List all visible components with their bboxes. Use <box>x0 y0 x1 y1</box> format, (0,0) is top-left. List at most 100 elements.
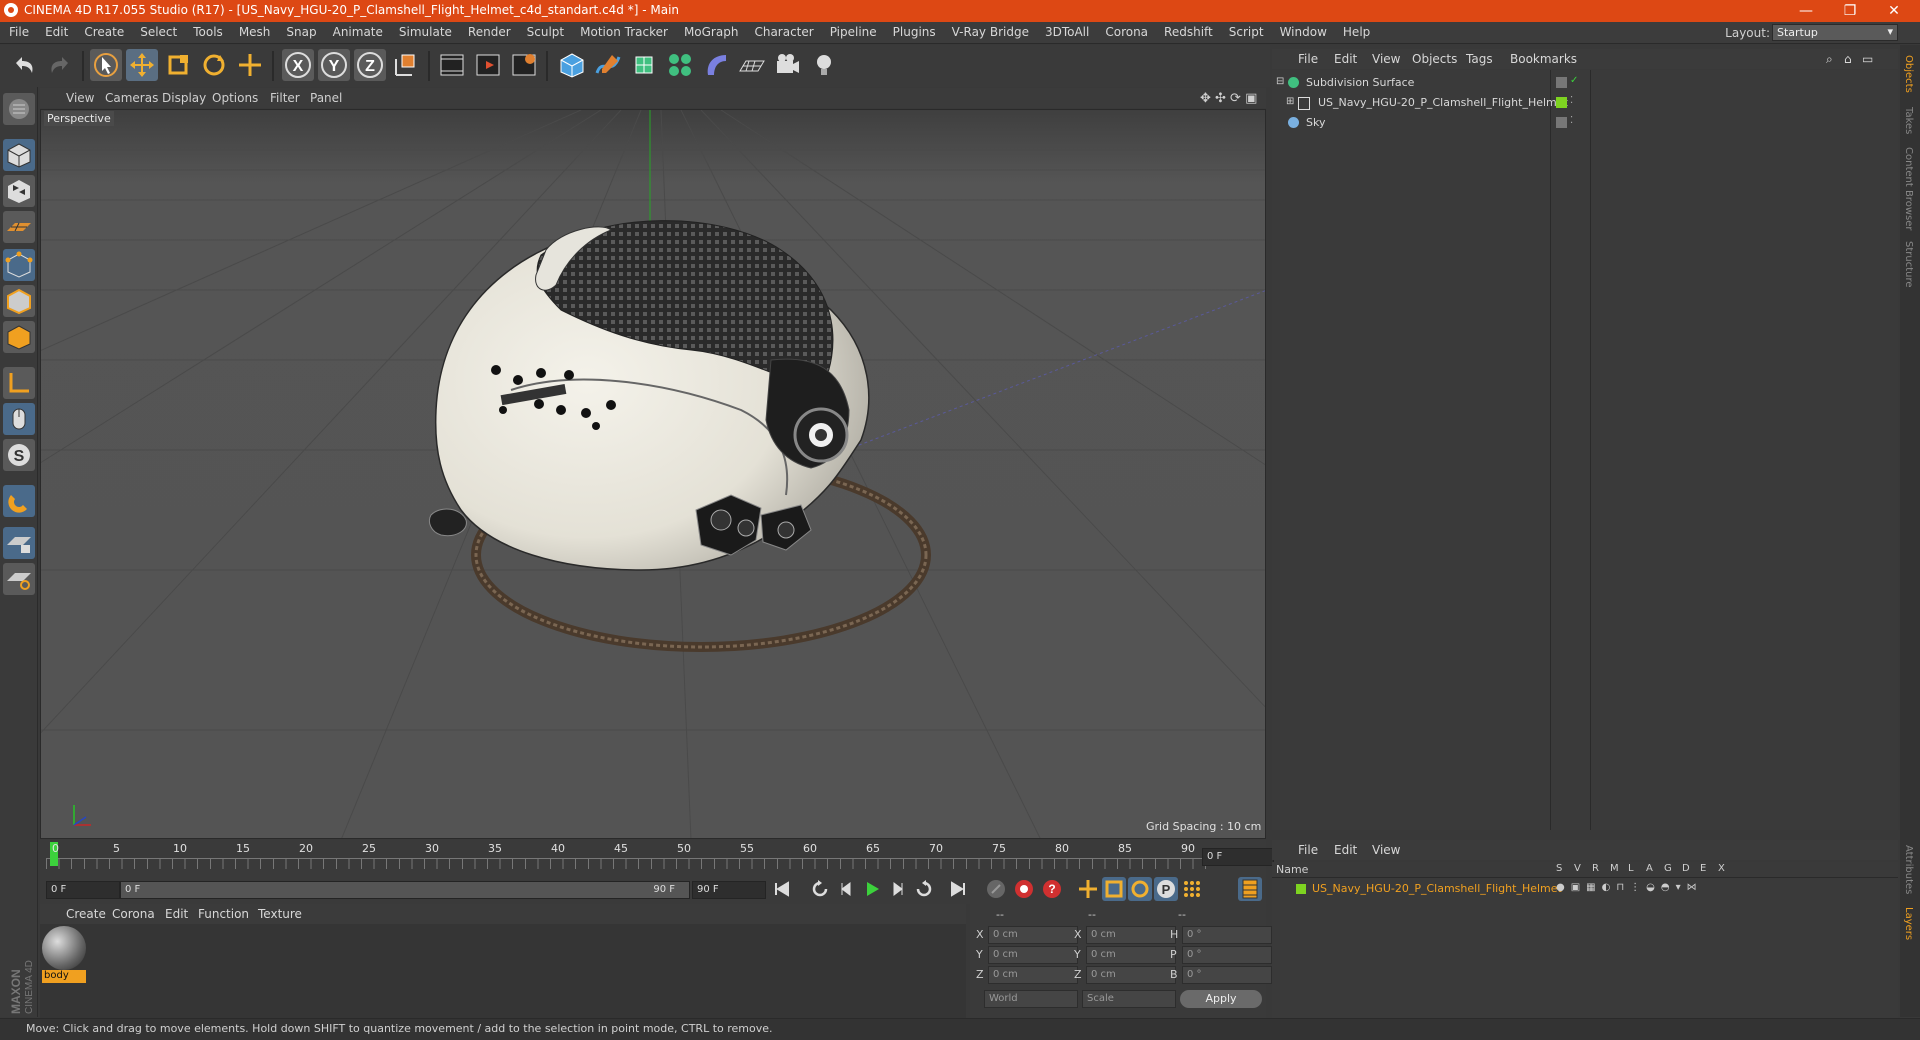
play-icon[interactable] <box>860 877 884 901</box>
objects-menu-bookmarks[interactable]: Bookmarks <box>1510 52 1577 66</box>
model-mode-icon[interactable] <box>3 139 35 171</box>
key-parameter-icon[interactable]: P <box>1154 877 1178 901</box>
home-icon[interactable]: ⌂ <box>1844 52 1852 66</box>
render-view-icon[interactable] <box>436 49 468 81</box>
object-name[interactable]: US_Navy_HGU-20_P_Clamshell_Flight_Helmet <box>1318 96 1568 109</box>
workplane-mode-icon[interactable] <box>3 211 35 243</box>
polygons-mode-icon[interactable] <box>3 321 35 353</box>
viewport-menu-filter[interactable]: Filter <box>270 91 300 105</box>
next-key-icon[interactable] <box>912 877 936 901</box>
previous-key-icon[interactable] <box>808 877 832 901</box>
tab-structure[interactable]: Structure <box>1903 241 1914 288</box>
coordinate-space-dropdown[interactable]: World <box>984 990 1078 1008</box>
planar-workplane-icon[interactable] <box>3 563 35 595</box>
go-to-end-icon[interactable] <box>946 877 970 901</box>
x-axis-icon[interactable]: X <box>282 49 314 81</box>
menu-pipeline[interactable]: Pipeline <box>830 22 877 39</box>
layers-menu-edit[interactable]: Edit <box>1334 843 1357 857</box>
viewport-menu-panel[interactable]: Panel <box>310 91 342 105</box>
key-position-icon[interactable] <box>1076 877 1100 901</box>
menu-mesh[interactable]: Mesh <box>239 22 271 39</box>
viewport-menu-cameras[interactable]: Cameras <box>105 91 158 105</box>
menu-select[interactable]: Select <box>140 22 177 39</box>
enabled-check-icon[interactable]: ✓ <box>1570 75 1578 86</box>
layers-menu-file[interactable]: File <box>1298 843 1318 857</box>
texture-mode-icon[interactable] <box>3 175 35 207</box>
objects-menu-objects[interactable]: Objects <box>1412 52 1457 66</box>
close-button[interactable]: ✕ <box>1872 0 1916 22</box>
menu-file[interactable]: File <box>9 22 29 39</box>
render-settings-icon[interactable] <box>508 49 540 81</box>
redo-icon[interactable] <box>44 49 76 81</box>
y-axis-icon[interactable]: Y <box>318 49 350 81</box>
menu-plugins[interactable]: Plugins <box>893 22 936 39</box>
menu-snap[interactable]: Snap <box>286 22 316 39</box>
tab-objects[interactable]: Objects <box>1903 55 1914 93</box>
material-menu-corona[interactable]: Corona <box>112 907 155 921</box>
keyframe-selection-icon[interactable]: ? <box>1040 877 1064 901</box>
tab-attributes[interactable]: Attributes <box>1903 845 1914 894</box>
material-menu-texture[interactable]: Texture <box>258 907 302 921</box>
scale-tool-icon[interactable] <box>162 49 194 81</box>
search-icon[interactable]: ⌕ <box>1826 52 1833 67</box>
auto-keying-icon[interactable] <box>1012 877 1036 901</box>
material-menu-edit[interactable]: Edit <box>165 907 188 921</box>
go-to-start-icon[interactable] <box>770 877 794 901</box>
position-z-field[interactable]: 0 cm <box>988 966 1078 984</box>
camera-icon[interactable] <box>772 49 804 81</box>
move-tool-icon[interactable] <box>126 49 158 81</box>
viewport-nav-icons[interactable]: ✥ ✣ ⟳ ▣ <box>1200 91 1257 106</box>
z-axis-icon[interactable]: Z <box>354 49 386 81</box>
menu-motion-tracker[interactable]: Motion Tracker <box>580 22 668 39</box>
end-frame-field[interactable]: 90 F <box>692 881 766 899</box>
rotation-p-field[interactable]: 0 ° <box>1182 946 1272 964</box>
layer-row[interactable]: US_Navy_HGU-20_P_Clamshell_Flight_Helmet… <box>1272 880 1898 898</box>
new-view-icon[interactable]: ▭ <box>1862 52 1873 66</box>
make-editable-icon[interactable] <box>3 93 35 125</box>
restore-button[interactable]: ❐ <box>1828 0 1872 22</box>
object-row[interactable]: Sky ⁚ <box>1272 113 1898 133</box>
coordinate-system-icon[interactable] <box>390 49 422 81</box>
select-arrow-icon[interactable] <box>90 49 122 81</box>
key-rotation-icon[interactable] <box>1128 877 1152 901</box>
layer-flag-icons[interactable]: ●▣▦◐⊓⋮◒◓▾⋈ <box>1556 882 1703 893</box>
object-name[interactable]: Sky <box>1306 116 1325 129</box>
locked-workplane-icon[interactable] <box>3 527 35 559</box>
undo-icon[interactable] <box>8 49 40 81</box>
tab-layers[interactable]: Layers <box>1903 907 1914 940</box>
menu-vray-bridge[interactable]: V-Ray Bridge <box>952 22 1029 39</box>
viewport-menu-view[interactable]: View <box>66 91 94 105</box>
magnet-icon[interactable] <box>3 485 35 517</box>
edges-mode-icon[interactable] <box>3 285 35 317</box>
cloner-icon[interactable] <box>664 49 696 81</box>
tweak-mode-icon[interactable] <box>3 403 35 435</box>
transform-mode-dropdown[interactable]: Scale <box>1082 990 1176 1008</box>
axis-mode-icon[interactable] <box>3 367 35 399</box>
layers-menu-view[interactable]: View <box>1372 843 1400 857</box>
menu-edit[interactable]: Edit <box>45 22 68 39</box>
position-y-field[interactable]: 0 cm <box>988 946 1078 964</box>
menu-mograph[interactable]: MoGraph <box>684 22 739 39</box>
menu-redshift[interactable]: Redshift <box>1164 22 1213 39</box>
material-menu-create[interactable]: Create <box>66 907 106 921</box>
menu-simulate[interactable]: Simulate <box>399 22 452 39</box>
timeline-window-icon[interactable] <box>1238 877 1262 901</box>
layout-dropdown[interactable]: Startup ▾ <box>1772 24 1898 41</box>
objects-menu-tags[interactable]: Tags <box>1466 52 1493 66</box>
object-name[interactable]: Subdivision Surface <box>1306 76 1414 89</box>
viewport-menu-display[interactable]: Display <box>162 91 206 105</box>
size-x-field[interactable]: 0 cm <box>1086 926 1176 944</box>
previous-frame-icon[interactable] <box>834 877 858 901</box>
menu-script[interactable]: Script <box>1229 22 1264 39</box>
deformer-icon[interactable] <box>700 49 732 81</box>
viewport-menu-options[interactable]: Options <box>212 91 258 105</box>
current-frame-field[interactable]: 0 F <box>1202 848 1274 866</box>
material-name[interactable]: body <box>42 970 86 983</box>
layer-name[interactable]: US_Navy_HGU-20_P_Clamshell_Flight_Helmet <box>1312 882 1562 895</box>
menu-character[interactable]: Character <box>754 22 813 39</box>
cube-object-icon[interactable] <box>556 49 588 81</box>
objects-menu-edit[interactable]: Edit <box>1334 52 1357 66</box>
objects-menu-file[interactable]: File <box>1298 52 1318 66</box>
rotation-b-field[interactable]: 0 ° <box>1182 966 1272 984</box>
key-scale-icon[interactable] <box>1102 877 1126 901</box>
